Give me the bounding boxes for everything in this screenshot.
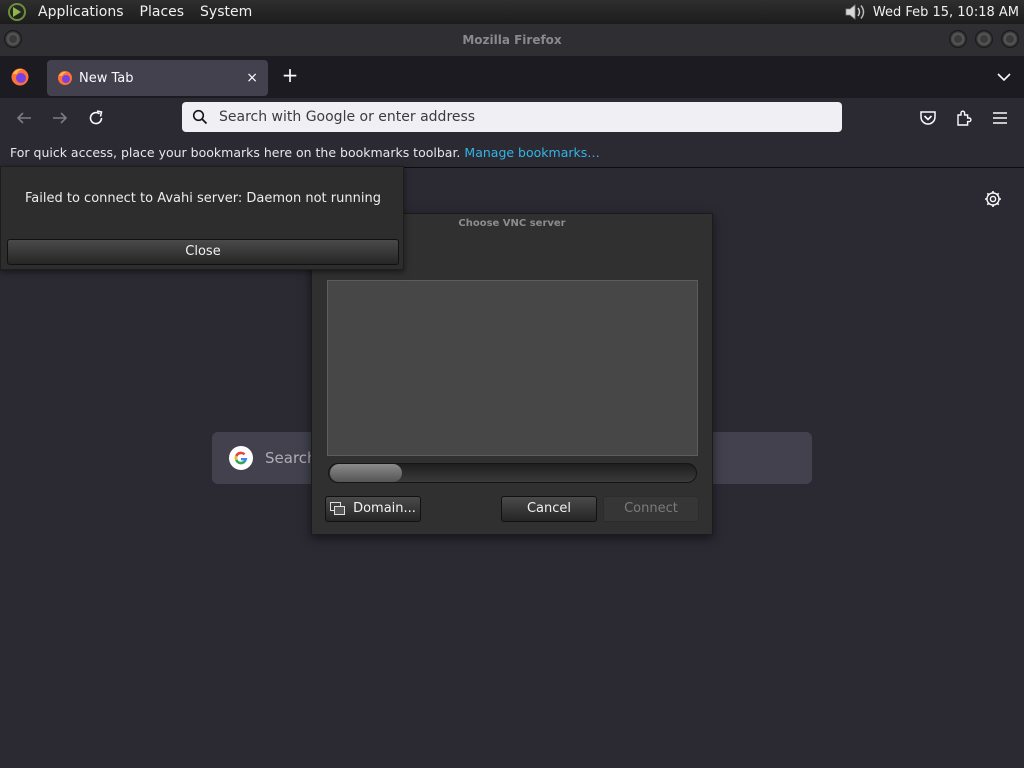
navigation-toolbar (0, 98, 1024, 138)
bookmarks-toolbar: For quick access, place your bookmarks h… (0, 138, 1024, 168)
volume-icon[interactable] (843, 2, 867, 22)
system-menu[interactable]: System (192, 4, 260, 20)
search-icon (192, 109, 208, 125)
close-button[interactable]: Close (7, 239, 399, 265)
chevron-down-icon[interactable] (995, 68, 1013, 86)
domain-button-label: Domain... (353, 501, 416, 516)
tab-bar: New Tab × + (0, 56, 1024, 98)
network-icon (330, 502, 346, 515)
window-title: Mozilla Firefox (462, 33, 562, 47)
address-bar[interactable] (182, 102, 842, 132)
manage-bookmarks-link[interactable]: Manage bookmarks… (464, 145, 599, 160)
google-logo-icon (229, 446, 253, 470)
progress-pulse-indicator (330, 464, 402, 482)
newtab-search-placeholder: Search (265, 449, 317, 467)
domain-button[interactable]: Domain... (325, 496, 421, 522)
vnc-server-list[interactable] (327, 280, 698, 456)
pocket-icon[interactable] (918, 108, 938, 128)
places-menu[interactable]: Places (132, 4, 193, 20)
desktop-logo-icon[interactable] (8, 3, 26, 21)
panel-status-area: Wed Feb 15, 10:18 AM (843, 2, 1024, 22)
connect-button[interactable]: Connect (603, 496, 699, 522)
discovery-progress-bar (328, 463, 697, 483)
firefox-tab-icon (58, 71, 72, 85)
applications-menu[interactable]: Applications (30, 4, 132, 20)
tab-label: New Tab (79, 70, 134, 86)
desktop-top-panel: Applications Places System Wed Feb 15, 1… (0, 0, 1024, 24)
panel-clock[interactable]: Wed Feb 15, 10:18 AM (873, 5, 1019, 20)
reload-icon[interactable] (86, 108, 106, 128)
forward-arrow-icon[interactable] (50, 108, 70, 128)
firefox-view-icon[interactable] (10, 67, 30, 87)
close-window-button[interactable] (1001, 30, 1019, 48)
maximize-button[interactable] (975, 30, 993, 48)
bookmarks-toolbar-message: For quick access, place your bookmarks h… (10, 145, 461, 160)
window-titlebar[interactable]: Mozilla Firefox (0, 24, 1024, 56)
tab-new-tab[interactable]: New Tab × (47, 60, 268, 96)
hamburger-menu-icon[interactable] (990, 108, 1010, 128)
gear-icon[interactable] (983, 189, 1003, 209)
cancel-button[interactable]: Cancel (501, 496, 597, 522)
extensions-icon[interactable] (954, 108, 974, 128)
minimize-button[interactable] (949, 30, 967, 48)
new-tab-button[interactable]: + (278, 64, 302, 88)
error-message: Failed to connect to Avahi server: Daemo… (25, 191, 381, 206)
back-arrow-icon[interactable] (14, 108, 34, 128)
window-menu-button[interactable] (4, 30, 22, 48)
address-input[interactable] (217, 108, 817, 126)
avahi-error-dialog: Failed to connect to Avahi server: Daemo… (0, 166, 404, 270)
tab-close-icon[interactable]: × (246, 70, 258, 86)
